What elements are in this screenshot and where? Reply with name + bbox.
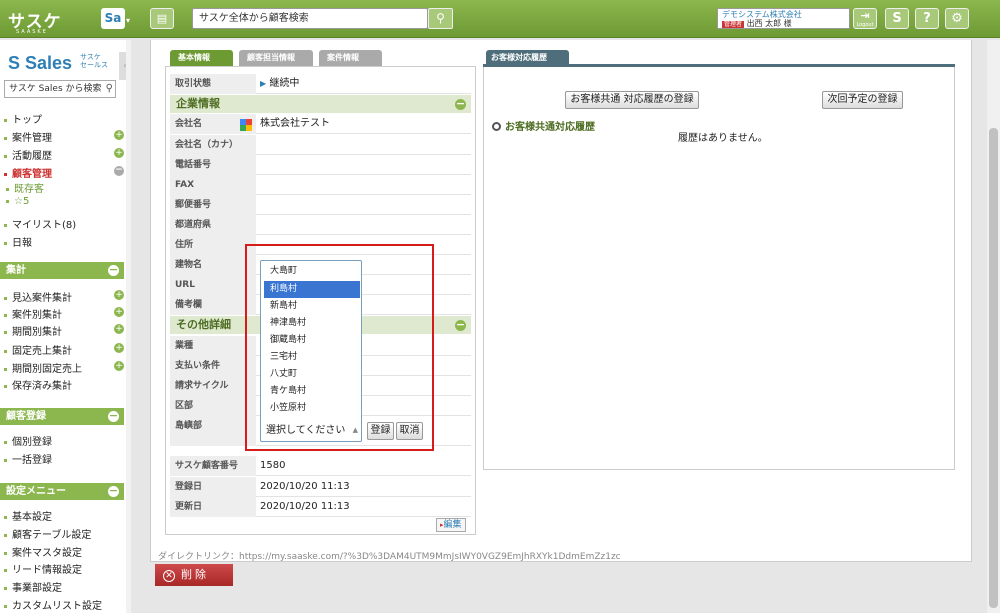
dropdown-option[interactable]: 新島村 (264, 298, 360, 315)
nav-agg-saved[interactable]: 保存済み集計 (4, 377, 72, 392)
tab-basic-info[interactable]: 基本情報 (170, 50, 233, 66)
dropdown-option[interactable]: 御蔵島村 (264, 332, 360, 349)
sales-logo-sub: サスケ セールス (80, 53, 108, 69)
search-icon[interactable]: ⚲ (428, 8, 453, 29)
user-name: 出西 太郎 様 (746, 19, 792, 28)
dropdown-option[interactable]: 大島町 (264, 263, 360, 280)
minus-icon[interactable]: − (108, 485, 119, 497)
google-icon[interactable] (239, 118, 253, 132)
close-icon: ✕ (163, 570, 175, 582)
top-bar: サスケ SAASKE Sa ▾ ▤ サスケ全体から顧客検索 ⚲ デモシステム株式会… (0, 0, 1000, 38)
saaske-button[interactable]: S (885, 8, 909, 29)
section-registration[interactable]: 顧客登録 − (0, 408, 124, 425)
chat-icon[interactable]: ▤ (150, 8, 174, 29)
field-zip: 郵便番号 (170, 195, 471, 215)
nav-custom-list[interactable]: カスタムリスト設定 (4, 597, 102, 612)
delete-button[interactable]: ✕ 削除 (155, 564, 233, 586)
user-info[interactable]: デモシステム株式会社 管理者 出西 太郎 様 (717, 8, 850, 29)
edit-button[interactable]: ▸編集 (436, 518, 466, 532)
nav-agg-period-fixed[interactable]: 期間別固定売上 + (4, 360, 124, 375)
chevron-up-icon: ▲ (352, 426, 358, 434)
plus-icon[interactable]: + (114, 343, 124, 353)
nav-daily[interactable]: 日報 (4, 234, 32, 249)
nav-deal-master[interactable]: 案件マスタ設定 (4, 544, 82, 559)
nav-bulk-register[interactable]: 一括登録 (4, 451, 52, 466)
dropdown-option[interactable]: 青ケ島村 (264, 383, 360, 400)
section-aggregate[interactable]: 集計 − (0, 262, 124, 279)
field-status: 取引状態 ▶ 継続中 (170, 74, 471, 94)
gear-icon[interactable]: ⚙ (945, 8, 969, 29)
nav-division-settings[interactable]: 事業部設定 (4, 579, 62, 594)
sidebar-scrollbar[interactable] (126, 40, 131, 613)
field-prefecture: 都道府県 (170, 215, 471, 235)
common-history-register-button[interactable]: お客様共通 対応履歴の登録 (565, 91, 699, 109)
nav-basic-settings[interactable]: 基本設定 (4, 508, 52, 523)
cancel-button[interactable]: 取消 (396, 422, 423, 440)
nav-activity[interactable]: 活動履歴 + (4, 147, 124, 162)
nav-mylist[interactable]: マイリスト(8) (4, 216, 76, 231)
plus-icon[interactable]: + (114, 307, 124, 317)
field-updated: 更新日 2020/10/20 11:13 (170, 497, 471, 517)
dropdown-option[interactable]: 神津島村 (264, 315, 360, 332)
minus-icon[interactable]: − (455, 319, 466, 331)
tab-underline (483, 64, 955, 67)
minus-icon[interactable]: − (108, 410, 119, 422)
dropdown-option[interactable]: 三宅村 (264, 349, 360, 366)
field-fax: FAX (170, 175, 471, 195)
chevron-down-icon[interactable]: ▾ (126, 16, 130, 25)
nav-agg-prospect[interactable]: 見込案件集計 + (4, 289, 124, 304)
nav-single-register[interactable]: 個別登録 (4, 433, 52, 448)
search-icon[interactable]: ⚲ (105, 81, 113, 97)
customer-search-input[interactable]: サスケ全体から顧客検索 (192, 8, 428, 29)
tab-staff-info[interactable]: 顧客担当情報 (239, 50, 313, 66)
history-heading: お客様共通対応履歴 (492, 118, 595, 133)
nav-deals[interactable]: 案件管理 + (4, 129, 124, 144)
section-settings[interactable]: 設定メニュー − (0, 483, 124, 500)
dropdown-option[interactable]: 小笠原村 (264, 400, 360, 417)
minus-icon[interactable]: − (108, 264, 119, 276)
register-button[interactable]: 登録 (367, 422, 394, 440)
plus-icon[interactable]: + (114, 290, 124, 300)
sales-logo: S Sales (8, 53, 73, 73)
plus-icon[interactable]: + (114, 148, 124, 158)
no-history-text: 履歴はありません。 (678, 133, 768, 144)
plus-icon[interactable]: + (114, 324, 124, 334)
field-company-name: 会社名 株式会社テスト (170, 114, 471, 134)
field-created: 登録日 2020/10/20 11:13 (170, 477, 471, 497)
nav-table-settings[interactable]: 顧客テーブル設定 (4, 526, 91, 541)
tab-deal-info[interactable]: 案件情報 (319, 50, 382, 66)
nav-lead-settings[interactable]: リード情報設定 (4, 561, 82, 576)
nav-customers[interactable]: 顧客管理 − (4, 165, 124, 180)
company-name: デモシステム株式会社 (722, 10, 802, 19)
minus-icon[interactable]: − (455, 98, 466, 110)
nav-star5[interactable]: ☆5 (6, 196, 29, 207)
next-plan-register-button[interactable]: 次回予定の登録 (822, 91, 903, 109)
field-phone: 電話番号 (170, 155, 471, 175)
group-company[interactable]: 企業情報 − (170, 95, 471, 113)
sidebar-search-input[interactable]: サスケ Sales から検索 ⚲ (4, 80, 116, 98)
nav-existing[interactable]: 既存客 (6, 180, 44, 195)
app-logo[interactable]: サスケ SAASKE (8, 7, 62, 35)
nav-agg-period[interactable]: 期間別集計 + (4, 323, 124, 338)
field-company-kana: 会社名（カナ） (170, 135, 471, 155)
help-button[interactable]: ? (915, 8, 939, 29)
direct-link[interactable]: ダイレクトリンク：https://my.saaske.com/?%3D%3DAM… (158, 549, 621, 562)
nav-top[interactable]: トップ (4, 111, 42, 126)
radio-icon (492, 122, 501, 131)
sidebar: S Sales サスケ セールス ‹ サスケ Sales から検索 ⚲ トップ 案件… (0, 40, 131, 613)
nav-agg-fixed[interactable]: 固定売上集計 + (4, 342, 124, 357)
island-select[interactable]: 選択してください ▲ (262, 421, 362, 440)
dropdown-option-selected[interactable]: 利島村 (264, 281, 360, 298)
minus-icon[interactable]: − (114, 166, 124, 176)
plus-icon[interactable]: + (114, 130, 124, 140)
app-switch-button[interactable]: Sa (101, 8, 125, 29)
logout-button[interactable]: ⇥ Logout (853, 8, 877, 29)
nav-agg-deal[interactable]: 案件別集計 + (4, 306, 124, 321)
dropdown-option[interactable]: 八丈町 (264, 366, 360, 383)
page-scrollbar[interactable] (987, 40, 1000, 613)
field-number: サスケ顧客番号 1580 (170, 456, 471, 476)
plus-icon[interactable]: + (114, 361, 124, 371)
role-badge: 管理者 (722, 21, 745, 28)
island-dropdown-list[interactable]: 大島町 利島村 新島村 神津島村 御蔵島村 三宅村 八丈町 青ケ島村 小笠原村 (260, 260, 362, 442)
